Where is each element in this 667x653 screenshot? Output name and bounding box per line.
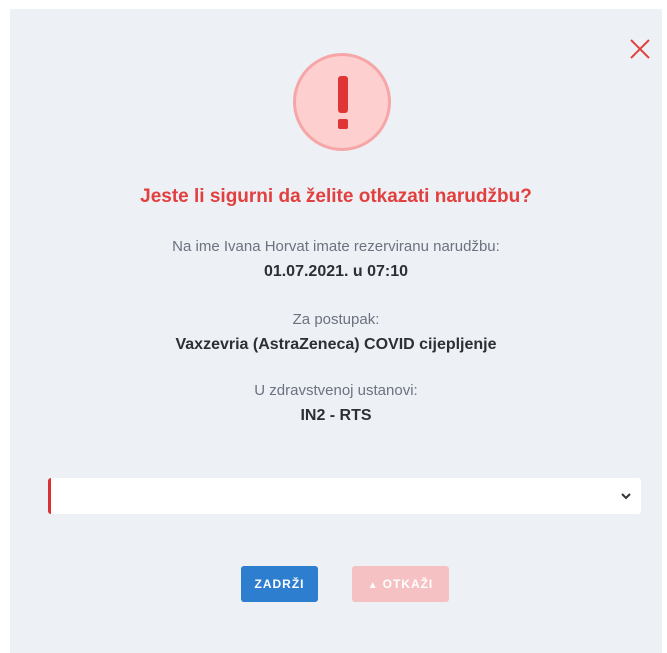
procedure-label: Za postupak: <box>292 311 380 328</box>
close-icon[interactable] <box>626 35 654 63</box>
dialog-title: Jeste li sigurni da želite otkazati naru… <box>140 186 532 207</box>
close-button[interactable] <box>626 35 654 63</box>
exclamation-icon <box>293 53 391 151</box>
cancel-button-label: OTKAŽI <box>382 577 434 591</box>
chevron-down-icon <box>621 493 631 500</box>
procedure-value: Vaxzevria (AstraZeneca) COVID cijepljenj… <box>175 336 497 353</box>
exclamation-dot <box>338 119 348 129</box>
exclamation-bar <box>338 76 348 113</box>
reservation-intro: Na ime Ivana Horvat imate rezerviranu na… <box>172 238 500 255</box>
cancel-reservation-button[interactable]: ▲ OTKAŽI <box>352 566 449 602</box>
institution-value: IN2 - RTS <box>300 407 372 424</box>
cancel-reason-select[interactable] <box>48 478 641 514</box>
reservation-datetime: 01.07.2021. u 07:10 <box>263 263 409 280</box>
keep-button[interactable]: ZADRŽI <box>241 566 318 602</box>
keep-button-label: ZADRŽI <box>254 577 305 591</box>
cancel-reservation-dialog: Jeste li sigurni da želite otkazati naru… <box>10 9 662 653</box>
warning-icon: ▲ <box>367 580 379 591</box>
institution-label: U zdravstvenoj ustanovi: <box>254 382 418 399</box>
